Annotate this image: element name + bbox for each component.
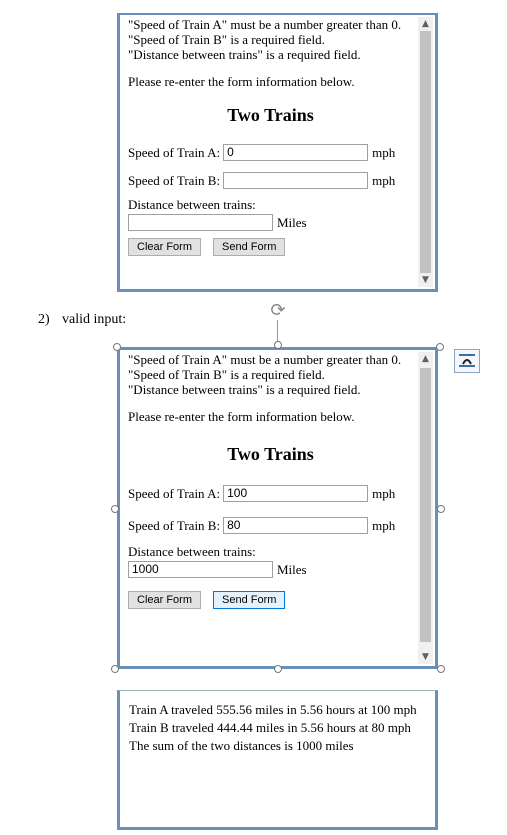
- error-message: "Speed of Train A" must be a number grea…: [128, 17, 402, 32]
- result-frame: Train A traveled 555.56 miles in 5.56 ho…: [117, 690, 438, 830]
- clear-form-button[interactable]: Clear Form: [128, 591, 202, 609]
- speed-b-unit: mph: [372, 172, 396, 188]
- scroll-thumb[interactable]: [420, 31, 431, 273]
- speed-a-unit: mph: [372, 144, 396, 160]
- form-title: Two Trains: [227, 105, 314, 125]
- speed-a-input[interactable]: [223, 143, 369, 161]
- speed-b-unit: mph: [372, 517, 396, 533]
- distance-row: Miles: [128, 212, 413, 232]
- chevron-up-icon[interactable]: ▲: [418, 17, 433, 31]
- speed-b-row: Speed of Train B: mph: [128, 514, 413, 536]
- embedded-form-frame-1: "Speed of Train A" must be a number grea…: [117, 13, 438, 292]
- resize-handle-se[interactable]: [437, 665, 445, 673]
- form-buttons: Clear Form Send Form: [128, 238, 413, 256]
- form-buttons: Clear Form Send Form: [128, 591, 413, 609]
- embedded-form-frame-2[interactable]: "Speed of Train A" must be a number grea…: [117, 347, 438, 669]
- speed-b-label: Speed of Train B:: [128, 172, 221, 188]
- section-number: 2): [38, 312, 50, 327]
- distance-row: Miles: [128, 559, 413, 579]
- distance-unit: Miles: [277, 214, 307, 230]
- resize-handle-w[interactable]: [111, 505, 119, 513]
- speed-a-row: Speed of Train A: mph: [128, 482, 413, 504]
- result-line: Train A traveled 555.56 miles in 5.56 ho…: [129, 702, 417, 717]
- speed-a-unit: mph: [372, 485, 396, 501]
- speed-a-label: Speed of Train A:: [128, 144, 221, 160]
- reenter-prompt: Please re-enter the form information bel…: [128, 409, 355, 424]
- chevron-up-icon[interactable]: ▲: [418, 352, 433, 366]
- error-message: "Distance between trains" is a required …: [128, 47, 361, 62]
- resize-handle-e[interactable]: [437, 505, 445, 513]
- speed-a-input[interactable]: [223, 484, 369, 502]
- reenter-prompt: Please re-enter the form information bel…: [128, 74, 355, 89]
- clear-form-button[interactable]: Clear Form: [128, 238, 202, 256]
- distance-input[interactable]: [128, 560, 273, 578]
- resize-handle-s[interactable]: [274, 665, 282, 673]
- scroll-thumb[interactable]: [420, 368, 431, 642]
- speed-b-label: Speed of Train B:: [128, 517, 221, 533]
- distance-label: Distance between trains:: [128, 197, 256, 212]
- speed-b-row: Speed of Train B: mph: [128, 169, 413, 191]
- send-form-button[interactable]: Send Form: [213, 591, 286, 609]
- result-content: Train A traveled 555.56 miles in 5.56 ho…: [129, 701, 421, 755]
- distance-label: Distance between trains:: [128, 544, 256, 559]
- result-line: Train B traveled 444.44 miles in 5.56 ho…: [129, 720, 411, 735]
- form-content-2: "Speed of Train A" must be a number grea…: [128, 352, 413, 609]
- speed-b-input[interactable]: [223, 516, 369, 534]
- resize-handle-sw[interactable]: [111, 665, 119, 673]
- rotate-handle-icon[interactable]: ⟳: [268, 301, 288, 321]
- chevron-down-icon[interactable]: ▼: [418, 650, 433, 664]
- error-message: "Speed of Train B" is a required field.: [128, 367, 325, 382]
- section-text: valid input:: [62, 312, 127, 327]
- layout-options-icon[interactable]: [454, 349, 480, 373]
- distance-unit: Miles: [277, 561, 307, 577]
- speed-a-row: Speed of Train A: mph: [128, 141, 413, 163]
- rotate-handle-line: [277, 320, 278, 342]
- error-message: "Speed of Train B" is a required field.: [128, 32, 325, 47]
- form-title: Two Trains: [227, 444, 314, 464]
- error-message: "Distance between trains" is a required …: [128, 382, 361, 397]
- send-form-button[interactable]: Send Form: [213, 238, 286, 256]
- resize-handle-n[interactable]: [274, 341, 282, 349]
- error-message: "Speed of Train A" must be a number grea…: [128, 352, 402, 367]
- form-content-1: "Speed of Train A" must be a number grea…: [128, 17, 413, 256]
- section-label: 2) valid input:: [38, 312, 126, 328]
- resize-handle-ne[interactable]: [436, 343, 444, 351]
- resize-handle-nw[interactable]: [113, 343, 121, 351]
- speed-a-label: Speed of Train A:: [128, 485, 221, 501]
- result-line: The sum of the two distances is 1000 mil…: [129, 738, 354, 753]
- distance-input[interactable]: [128, 213, 273, 231]
- vertical-scrollbar[interactable]: ▲ ▼: [418, 352, 433, 664]
- speed-b-input[interactable]: [223, 171, 369, 189]
- vertical-scrollbar[interactable]: ▲ ▼: [418, 17, 433, 287]
- chevron-down-icon[interactable]: ▼: [418, 273, 433, 287]
